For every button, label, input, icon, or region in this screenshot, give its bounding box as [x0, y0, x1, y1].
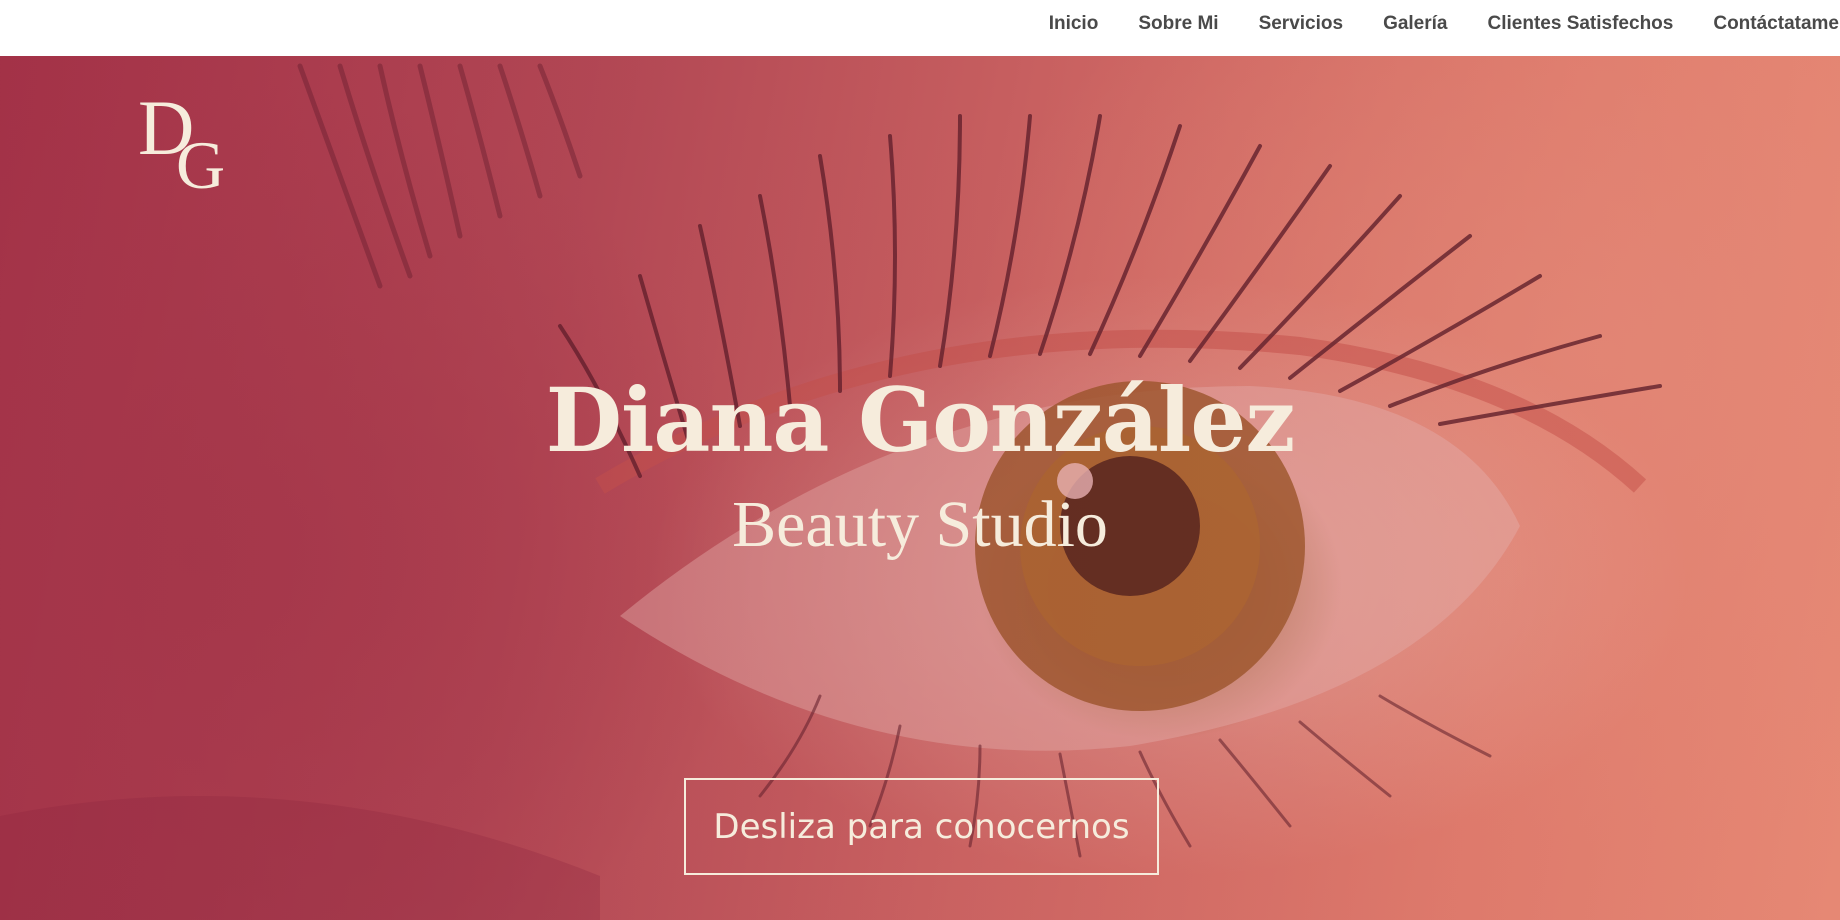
nav-link-sobre-mi[interactable]: Sobre Mi — [1138, 13, 1218, 35]
nav-link-servicios[interactable]: Servicios — [1259, 13, 1344, 35]
dg-monogram-logo[interactable]: D G — [136, 84, 232, 194]
hero-title: Diana González — [545, 368, 1296, 472]
main-nav: Inicio Sobre Mi Servicios Galería Client… — [1009, 0, 1840, 48]
hero-subtitle: Beauty Studio — [732, 488, 1108, 561]
nav-link-inicio[interactable]: Inicio — [1049, 13, 1099, 35]
top-navigation-bar: Inicio Sobre Mi Servicios Galería Client… — [0, 0, 1840, 56]
nav-link-galeria[interactable]: Galería — [1383, 13, 1447, 35]
svg-text:G: G — [176, 127, 225, 194]
scroll-cta-button[interactable]: Desliza para conocernos — [684, 778, 1159, 875]
nav-link-contactatame[interactable]: Contáctatame — [1713, 13, 1839, 35]
hero-section: D G Diana González Beauty Studio Desliza… — [0, 56, 1840, 920]
nav-link-clientes-satisfechos[interactable]: Clientes Satisfechos — [1488, 13, 1674, 35]
